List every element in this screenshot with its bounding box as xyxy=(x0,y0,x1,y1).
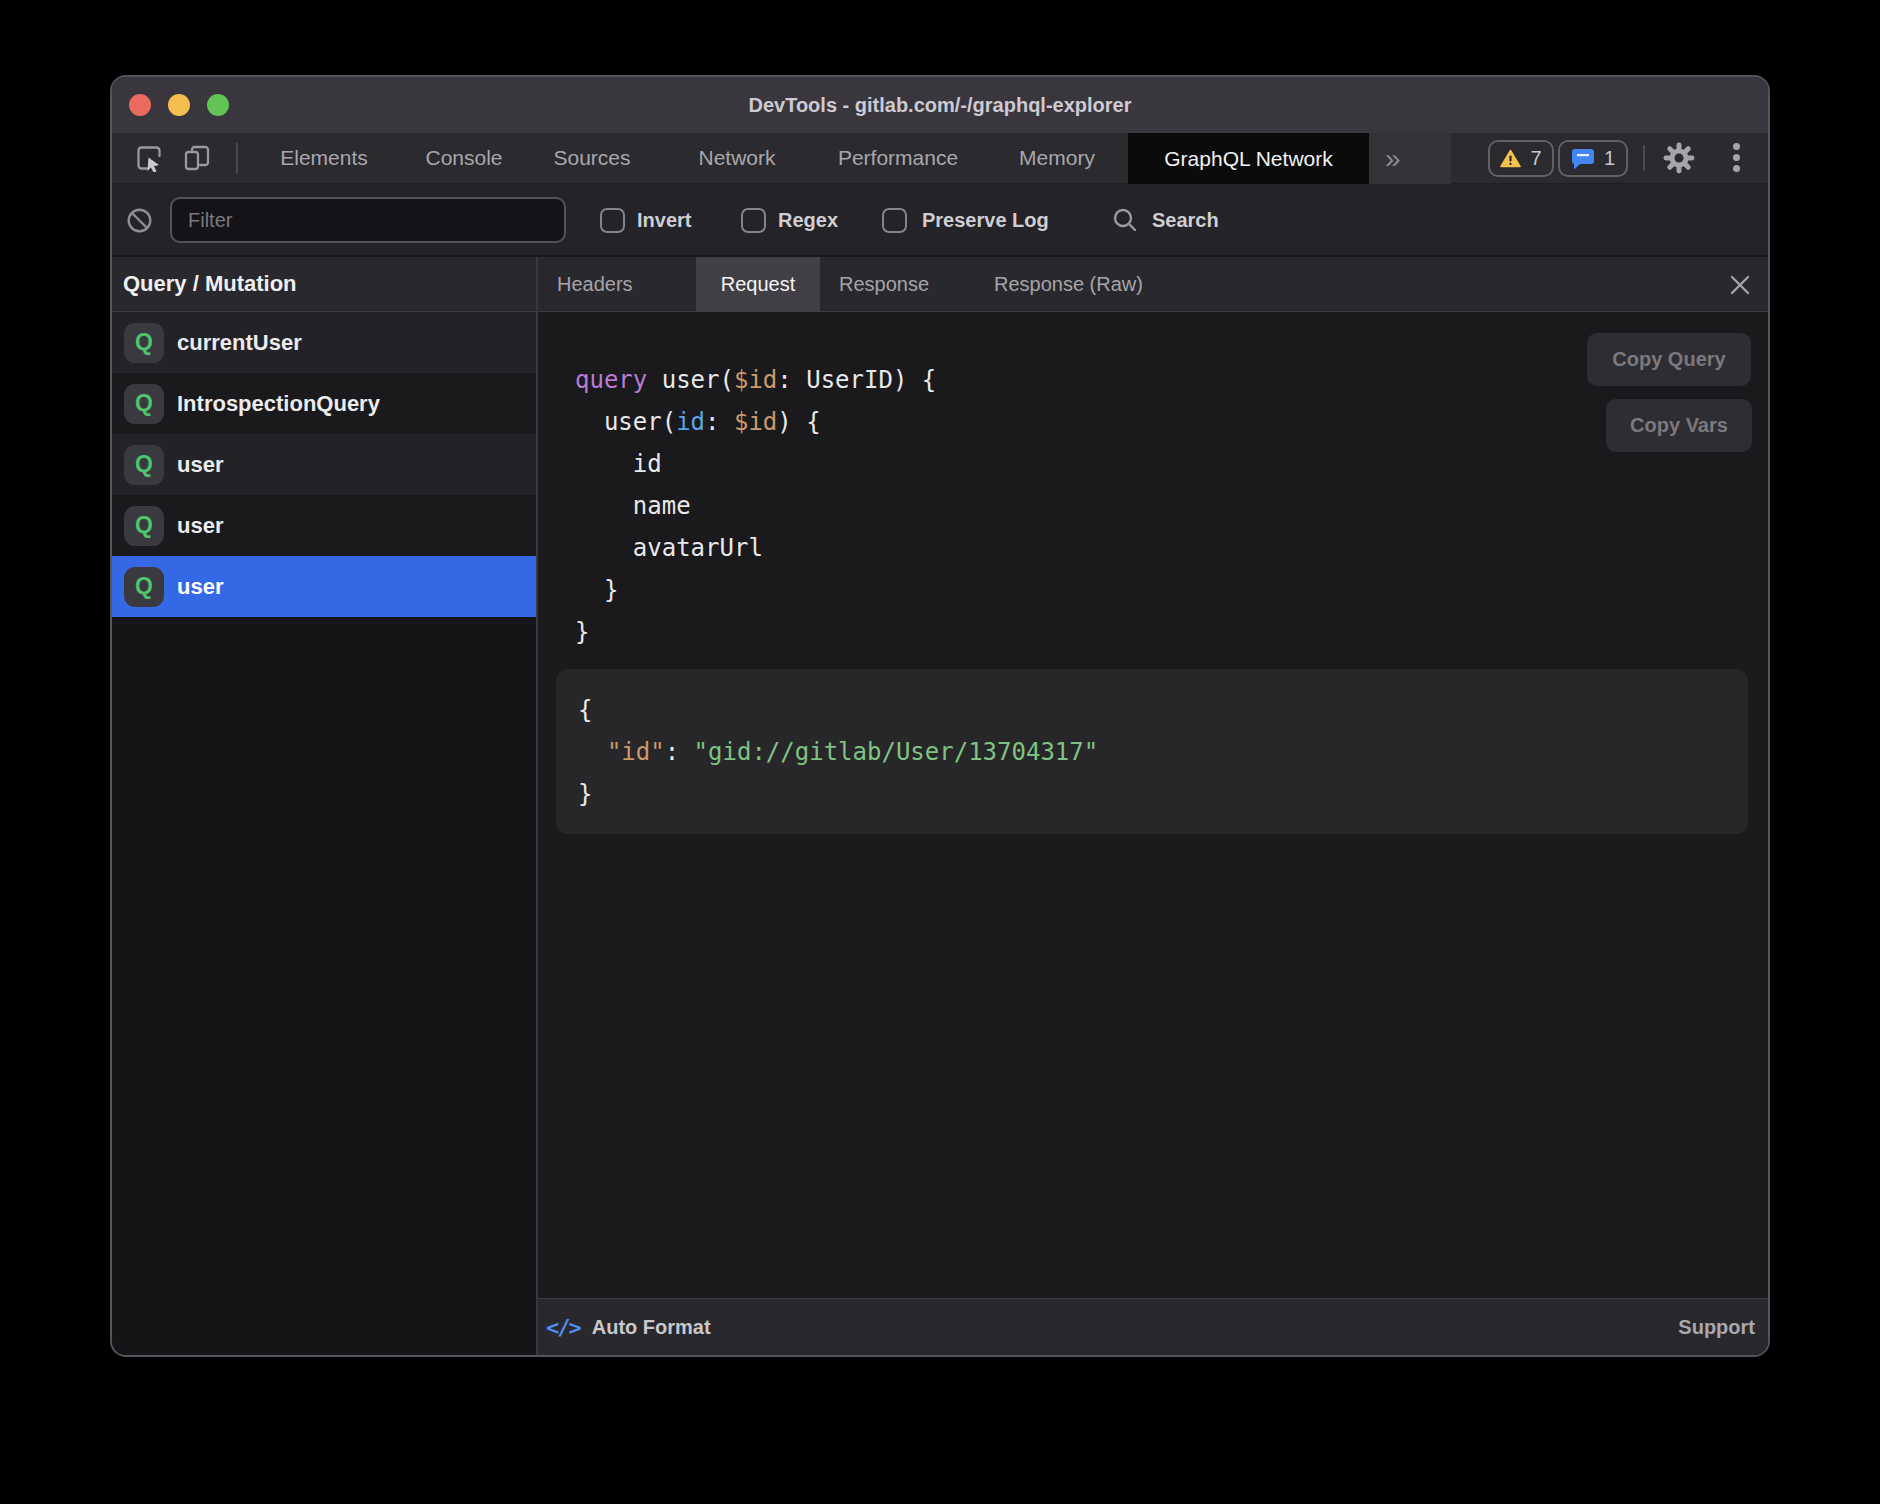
sidebar-header: Query / Mutation xyxy=(112,257,536,312)
close-panel-icon[interactable] xyxy=(1728,273,1752,297)
tab-network[interactable]: Network xyxy=(698,133,775,183)
tab-sources[interactable]: Sources xyxy=(553,133,630,183)
settings-gear-icon[interactable] xyxy=(1662,141,1696,175)
code-line: } xyxy=(578,773,1748,815)
tab-elements[interactable]: Elements xyxy=(280,133,368,183)
warning-icon xyxy=(1500,149,1521,168)
query-type-badge: Q xyxy=(124,506,164,546)
messages-button[interactable]: 1 xyxy=(1558,140,1628,177)
zoom-window-button[interactable] xyxy=(207,94,229,116)
block-clear-icon[interactable] xyxy=(126,207,153,234)
code-line: { xyxy=(578,689,1748,731)
query-list: QcurrentUserQIntrospectionQueryQuserQuse… xyxy=(112,312,536,617)
query-type-badge: Q xyxy=(124,384,164,424)
filter-input[interactable]: Filter xyxy=(170,197,566,243)
tab-console[interactable]: Console xyxy=(425,133,502,183)
statusbar: </> Auto Format Support xyxy=(538,1298,1768,1355)
warning-count: 7 xyxy=(1530,147,1541,170)
code-line: } xyxy=(575,611,936,653)
query-list-item[interactable]: Quser xyxy=(112,495,536,556)
device-toolbar-icon[interactable] xyxy=(182,144,212,172)
query-name: user xyxy=(177,452,223,478)
code-line: query user($id: UserID) { xyxy=(575,359,936,401)
window-title: DevTools - gitlab.com/-/graphql-explorer xyxy=(748,94,1131,117)
graphql-query-code[interactable]: query user($id: UserID) { user(id: $id) … xyxy=(575,359,936,653)
support-link[interactable]: Support xyxy=(1678,1316,1755,1339)
devtools-tabbar: Elements Console Sources Network Perform… xyxy=(112,133,1768,184)
request-content: query user($id: UserID) { user(id: $id) … xyxy=(538,312,1768,1298)
query-type-badge: Q xyxy=(124,323,164,363)
query-list-item[interactable]: Quser xyxy=(112,434,536,495)
tab-headers[interactable]: Headers xyxy=(557,257,633,311)
copy-query-button[interactable]: Copy Query xyxy=(1587,333,1751,386)
code-line: } xyxy=(575,569,936,611)
copy-vars-button[interactable]: Copy Vars xyxy=(1606,399,1752,452)
filterbar: Filter Invert Regex Preserve Log Search xyxy=(112,184,1768,257)
query-list-item[interactable]: Quser xyxy=(112,556,536,617)
filter-placeholder: Filter xyxy=(188,209,232,232)
tab-response[interactable]: Response xyxy=(839,257,929,311)
more-tabs-button[interactable]: » xyxy=(1369,133,1451,184)
auto-format-button[interactable]: Auto Format xyxy=(592,1316,711,1339)
titlebar[interactable]: DevTools - gitlab.com/-/graphql-explorer xyxy=(112,77,1768,133)
query-type-badge: Q xyxy=(124,445,164,485)
tabbar-separator xyxy=(236,143,238,173)
preserve-log-checkbox[interactable] xyxy=(882,208,907,233)
regex-label: Regex xyxy=(778,209,838,232)
tab-request[interactable]: Request xyxy=(696,257,820,312)
query-list-item[interactable]: Q IntrospectionQuery xyxy=(112,373,536,434)
more-options-menu[interactable] xyxy=(1733,143,1741,172)
query-name: IntrospectionQuery xyxy=(177,391,380,417)
detail-panel: Headers Request Response Response (Raw) … xyxy=(538,257,1768,1355)
chat-bubble-icon xyxy=(1571,148,1595,170)
code-icon: </> xyxy=(546,1315,580,1340)
message-count: 1 xyxy=(1604,147,1615,170)
query-name: currentUser xyxy=(177,330,302,356)
tab-performance[interactable]: Performance xyxy=(838,133,958,183)
code-line: "id": "gid://gitlab/User/13704317" xyxy=(578,731,1748,773)
minimize-window-button[interactable] xyxy=(168,94,190,116)
tabbar-separator-2 xyxy=(1643,145,1645,171)
query-sidebar: Query / Mutation QcurrentUserQIntrospect… xyxy=(112,257,536,1355)
tab-response-raw[interactable]: Response (Raw) xyxy=(994,257,1143,311)
tab-memory[interactable]: Memory xyxy=(1019,133,1095,183)
code-line: avatarUrl xyxy=(575,527,936,569)
preserve-log-label: Preserve Log xyxy=(922,209,1049,232)
close-window-button[interactable] xyxy=(129,94,151,116)
search-label: Search xyxy=(1152,209,1219,232)
search-icon[interactable] xyxy=(1112,207,1138,233)
query-name: user xyxy=(177,513,223,539)
issues-warning-button[interactable]: 7 xyxy=(1488,140,1554,177)
invert-checkbox[interactable] xyxy=(600,208,625,233)
devtools-window: DevTools - gitlab.com/-/graphql-explorer… xyxy=(112,77,1768,1355)
invert-label: Invert xyxy=(637,209,691,232)
query-type-badge: Q xyxy=(124,567,164,607)
traffic-lights xyxy=(129,94,229,116)
chevron-double-right-icon: » xyxy=(1385,143,1401,175)
query-variables-box[interactable]: { "id": "gid://gitlab/User/13704317"} xyxy=(556,669,1748,834)
regex-checkbox[interactable] xyxy=(741,208,766,233)
code-line: user(id: $id) { xyxy=(575,401,936,443)
detail-tabs: Headers Request Response Response (Raw) xyxy=(538,257,1768,312)
code-line: name xyxy=(575,485,936,527)
query-name: user xyxy=(177,574,223,600)
code-line: id xyxy=(575,443,936,485)
main-area: Query / Mutation QcurrentUserQIntrospect… xyxy=(112,257,1768,1355)
query-list-item[interactable]: QcurrentUser xyxy=(112,312,536,373)
tab-graphql-network[interactable]: GraphQL Network xyxy=(1128,133,1369,184)
inspect-element-icon[interactable] xyxy=(135,144,163,172)
